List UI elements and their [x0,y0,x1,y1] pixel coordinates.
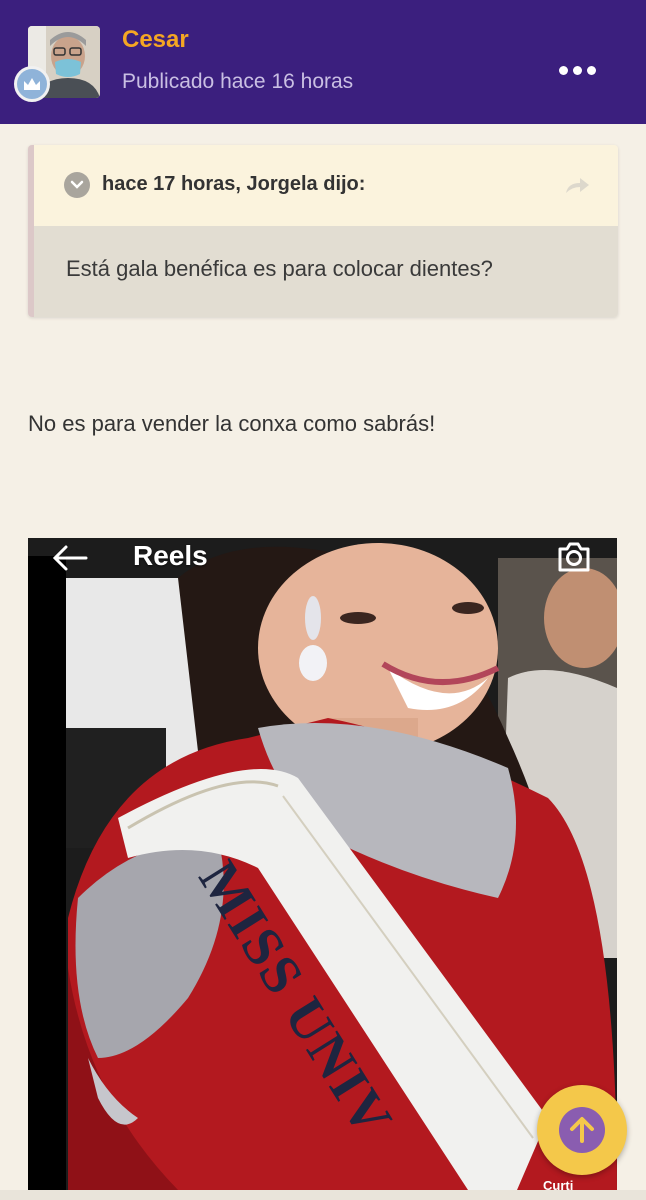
author-avatar-group[interactable] [14,26,104,106]
more-options-button[interactable] [552,52,602,88]
chevron-down-icon [70,180,84,189]
embed-title: Reels [133,540,208,571]
arrow-up-icon [570,1117,594,1143]
post-timestamp: Publicado hace 16 horas [122,70,354,93]
crown-icon [24,78,40,90]
quote-text: Está gala benéfica es para colocar dient… [66,256,493,281]
scroll-to-top-button[interactable] [537,1085,627,1175]
arrow-left-icon[interactable] [52,544,88,572]
quote-block: hace 17 horas, Jorgela dijo: Está gala b… [28,145,618,317]
quote-header[interactable]: hace 17 horas, Jorgela dijo: [34,145,618,226]
scroll-to-top-inner [559,1107,605,1153]
post-body-text: No es para vender la conxa como sabrás! [28,411,436,436]
more-horizontal-icon [572,65,582,75]
share-arrow-icon[interactable] [562,173,592,197]
post-header: Cesar Publicado hace 16 horas [0,0,646,124]
crown-badge [14,66,50,102]
more-horizontal-icon [586,65,596,75]
camera-icon[interactable] [556,540,592,574]
quote-attribution: hace 17 horas, Jorgela dijo: [102,173,366,195]
author-name[interactable]: Cesar [122,26,189,54]
bottom-strip [0,1190,646,1200]
quote-toggle-button[interactable] [64,172,90,198]
quote-body: Está gala benéfica es para colocar dient… [34,226,618,317]
more-horizontal-icon [558,65,568,75]
